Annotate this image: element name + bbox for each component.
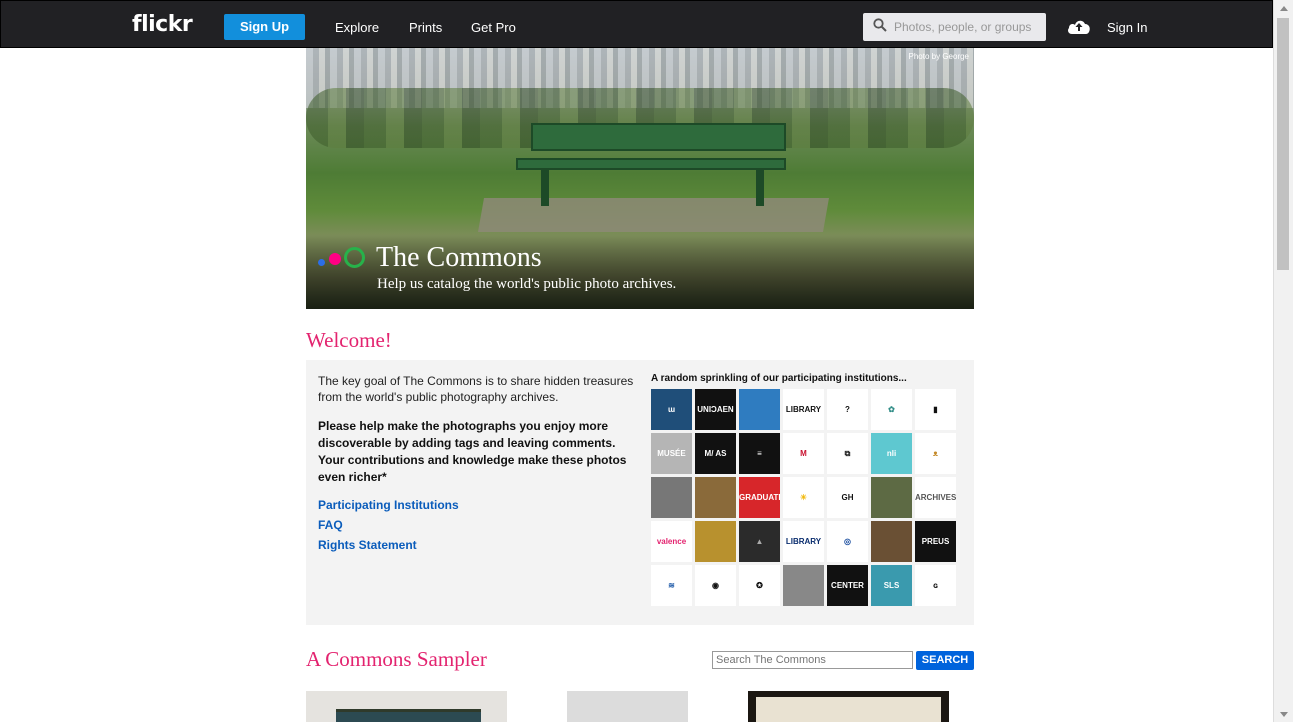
sampler-photo-1-object <box>336 709 481 722</box>
institution-logo-tile[interactable]: MUSÉE <box>651 433 692 474</box>
welcome-heading: Welcome! <box>306 328 392 352</box>
upload-cloud-icon[interactable] <box>1067 17 1091 35</box>
institution-logo-tile[interactable] <box>739 389 780 430</box>
hero-bench-leg <box>541 168 549 206</box>
institution-logo-tile[interactable] <box>871 521 912 562</box>
rights-statement-link[interactable]: Rights Statement <box>318 538 417 552</box>
institution-logo-tile[interactable]: LIBRARY <box>783 521 824 562</box>
institution-logo-tile[interactable] <box>695 521 736 562</box>
institution-logo-tile[interactable] <box>783 565 824 606</box>
flickr-logo[interactable]: flickr <box>132 12 193 37</box>
institution-logo-tile[interactable]: nli <box>871 433 912 474</box>
scroll-down-arrow-icon[interactable] <box>1280 712 1288 717</box>
institution-logo-tile[interactable]: ✪ <box>739 565 780 606</box>
institution-logo-tile[interactable]: valence <box>651 521 692 562</box>
nav-explore[interactable]: Explore <box>335 20 379 35</box>
institutions-caption: A random sprinkling of our participating… <box>651 373 907 384</box>
hero-bench-leg <box>756 168 764 206</box>
institution-logo-grid: ɯ UNIƆAEN LIBRARY? ✿ ▮ MUSÉE M/ AS ≡ M ⧉ nli ᴥ GRADU… <box>651 389 957 609</box>
welcome-intro: The key goal of The Commons is to share … <box>318 374 634 404</box>
institution-logo-tile[interactable]: ɢ <box>915 565 956 606</box>
sampler-photo-3[interactable] <box>748 691 949 722</box>
top-navigation-bar: flickr Sign Up Explore Prints Get Pro Ph… <box>0 0 1273 48</box>
hero-bench-seat <box>516 158 786 170</box>
institution-logo-tile[interactable]: ☀ <box>783 477 824 518</box>
institution-logo-tile[interactable] <box>695 477 736 518</box>
institution-logo-tile[interactable]: GH <box>827 477 868 518</box>
commons-logo-pink-dot-icon <box>329 253 341 265</box>
institution-logo-tile[interactable]: ⧉ <box>827 433 868 474</box>
commons-logo-blue-dot-icon <box>318 259 325 266</box>
hero-banner: Photo by George The Commons Help us cata… <box>306 48 974 309</box>
scroll-up-arrow-icon[interactable] <box>1280 6 1288 11</box>
institution-logo-tile[interactable]: M/ AS <box>695 433 736 474</box>
search-input[interactable]: Photos, people, or groups <box>863 13 1046 41</box>
institution-logo-tile[interactable]: PREUS <box>915 521 956 562</box>
institution-logo-tile[interactable]: ◎ <box>827 521 868 562</box>
sampler-photo-2[interactable] <box>567 691 688 722</box>
vertical-scrollbar[interactable] <box>1273 0 1293 722</box>
commons-search-input[interactable] <box>712 651 913 669</box>
institution-logo-tile[interactable]: ≡ <box>739 433 780 474</box>
institution-logo-tile[interactable]: M <box>783 433 824 474</box>
sampler-photo-1[interactable] <box>306 691 507 722</box>
hero-subtitle: Help us catalog the world's public photo… <box>377 276 677 292</box>
scrollbar-thumb[interactable] <box>1277 18 1289 270</box>
nav-get-pro[interactable]: Get Pro <box>471 20 516 35</box>
hero-bench-back <box>531 123 786 151</box>
nav-prints[interactable]: Prints <box>409 20 442 35</box>
commons-search-button[interactable]: SEARCH <box>916 651 974 670</box>
welcome-panel: The key goal of The Commons is to share … <box>306 360 974 625</box>
sampler-photo-3-paper <box>756 697 941 722</box>
sign-up-button[interactable]: Sign Up <box>224 14 305 40</box>
search-placeholder: Photos, people, or groups <box>894 20 1032 34</box>
sampler-heading: A Commons Sampler <box>306 647 487 671</box>
search-icon <box>873 18 887 32</box>
faq-link[interactable]: FAQ <box>318 518 343 532</box>
institution-logo-tile[interactable]: UNIƆAEN <box>695 389 736 430</box>
institution-logo-tile[interactable] <box>651 477 692 518</box>
institution-logo-tile[interactable]: ≋ <box>651 565 692 606</box>
institution-logo-tile[interactable] <box>871 477 912 518</box>
institution-logo-tile[interactable]: ᴥ <box>915 433 956 474</box>
institution-logo-tile[interactable]: ɯ <box>651 389 692 430</box>
institution-logo-tile[interactable]: ◉ <box>695 565 736 606</box>
institution-logo-tile[interactable]: ARCHIVES <box>915 477 956 518</box>
institution-logo-tile[interactable]: GRADUATE <box>739 477 780 518</box>
sign-in-link[interactable]: Sign In <box>1107 20 1147 35</box>
institution-logo-tile[interactable]: ▮ <box>915 389 956 430</box>
institution-logo-tile[interactable]: ▲ <box>739 521 780 562</box>
participating-institutions-link[interactable]: Participating Institutions <box>318 498 459 512</box>
institution-logo-tile[interactable]: ? <box>827 389 868 430</box>
commons-logo-ring-icon <box>344 247 365 268</box>
institution-logo-tile[interactable]: LIBRARY <box>783 389 824 430</box>
welcome-call-to-action: Please help make the photographs you enj… <box>318 419 627 484</box>
institution-logo-tile[interactable]: SLS <box>871 565 912 606</box>
photo-credit[interactable]: Photo by George <box>909 52 969 61</box>
institution-logo-tile[interactable]: CENTER <box>827 565 868 606</box>
hero-bench-pad <box>478 198 829 232</box>
institution-logo-tile[interactable]: ✿ <box>871 389 912 430</box>
hero-title: The Commons <box>376 242 542 273</box>
